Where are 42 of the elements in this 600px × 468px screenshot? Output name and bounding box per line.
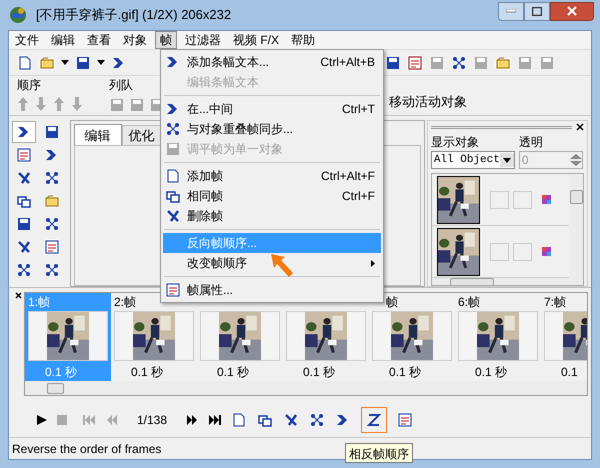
frame-label: 2:帧 (114, 294, 136, 311)
menu-item[interactable]: 对象 (117, 31, 153, 49)
menu-item[interactable]: 帧属性... (163, 280, 381, 300)
frame-counter: 1/138 (136, 412, 168, 429)
frame-label: 6:帧 (458, 294, 480, 311)
menu-item[interactable]: 相同帧 Ctrl+F (163, 186, 381, 206)
frame-duration: 0.1 秒 (131, 364, 164, 381)
frame-duration: 0.1 (561, 364, 578, 381)
order-label: 顺序 (17, 77, 41, 94)
menu-item[interactable]: 与对象重叠帧同步... (163, 119, 381, 139)
frame-duration: 0.1 秒 (217, 364, 250, 381)
frame-label: 帧 (386, 294, 398, 311)
show-objects-dropdown[interactable]: All Object (430, 151, 515, 169)
menu-item[interactable]: 过滤器 (179, 31, 227, 49)
menu-item: 调平帧为单一对象 (163, 139, 381, 159)
menu-item[interactable]: 在...中间 Ctrl+T (163, 99, 381, 119)
menu-item[interactable]: 删除帧 (163, 206, 381, 226)
show-objects-label: 显示对象 (430, 134, 480, 151)
menu-item[interactable]: 帮助 (285, 31, 322, 49)
queue-label: 列队 (109, 77, 133, 94)
menu-item[interactable]: 帧 (155, 31, 177, 49)
menu-item[interactable]: 文件 (9, 31, 45, 49)
frame-duration: 0.1 秒 (475, 364, 508, 381)
menu-item[interactable]: 查看 (81, 31, 117, 49)
menu-item: 编辑条幅文本 (186, 74, 260, 91)
tab[interactable]: 编辑 (74, 124, 122, 145)
menu-item[interactable]: 改变帧顺序 (163, 253, 381, 273)
move-label: 移动活动对象 (389, 93, 467, 111)
window-title: [不用手穿裤子.gif] (1/2X) 206x232 (36, 6, 232, 24)
frame-label: 7:帧 (544, 294, 566, 311)
frame-duration: 0.1 秒 (389, 364, 422, 381)
frame-duration: 0.1 秒 (303, 364, 336, 381)
menu-item[interactable]: 编辑 (45, 31, 81, 49)
menu-item[interactable]: 添加条幅文本... Ctrl+Alt+B (163, 52, 381, 72)
frame-label: 1:帧 (28, 294, 50, 311)
menu-item[interactable]: 添加帧 Ctrl+Alt+F (163, 166, 381, 186)
transparent-label: 透明 (518, 134, 544, 151)
frame-duration: 0.1 秒 (45, 364, 78, 381)
tooltip: 相反帧顺序 (345, 443, 413, 463)
tab[interactable]: 优化 (122, 125, 162, 145)
status-text: Reverse the order of frames (12, 440, 162, 458)
menu-item[interactable]: 视频 F/X (227, 31, 286, 49)
